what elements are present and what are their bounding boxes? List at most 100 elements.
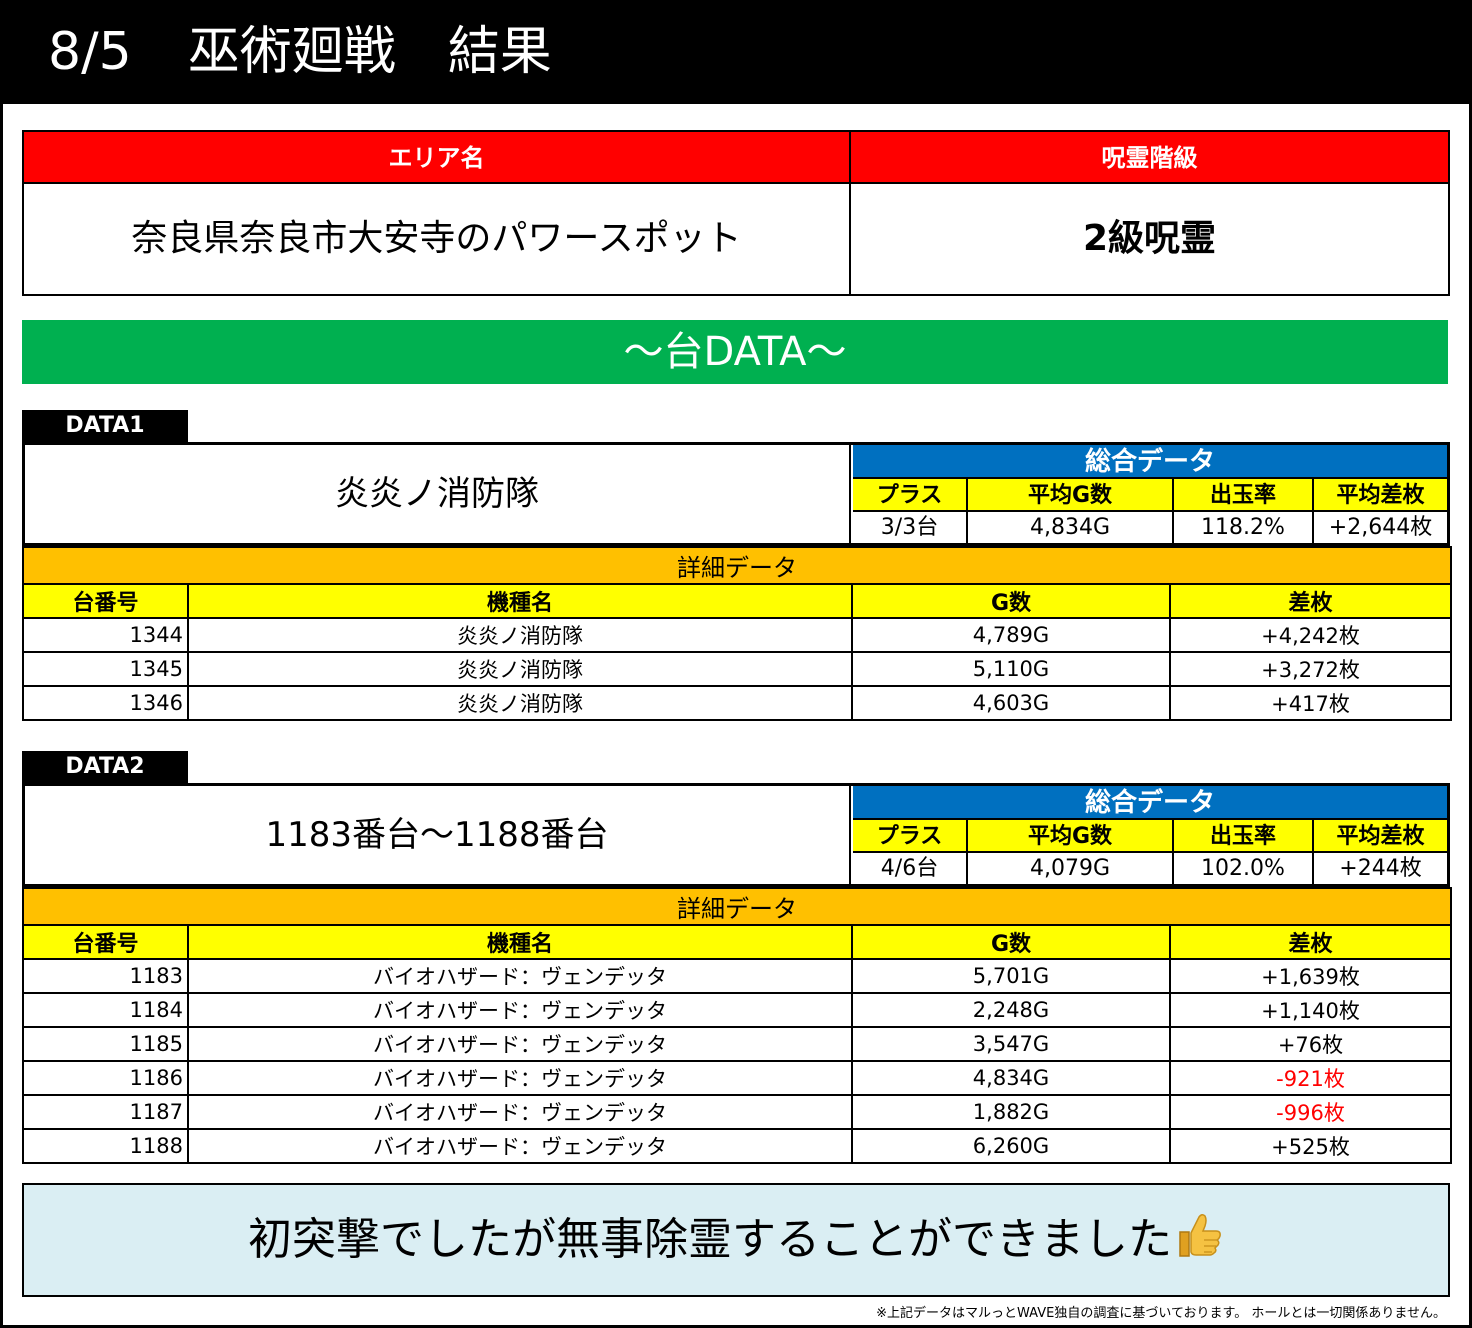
avg-diff-label: 平均差枚 bbox=[1314, 479, 1447, 512]
detail-caption: 詳細データ bbox=[22, 546, 1452, 585]
data2-detail-table: 詳細データ 台番号 機種名 G数 差枚 1183 バイオハザード：ヴェンデッタ … bbox=[22, 887, 1452, 1164]
col-header-games: G数 bbox=[851, 924, 1171, 960]
thumbs-up-icon bbox=[1174, 1189, 1224, 1257]
table-row: 1344 炎炎ノ消防隊 4,789G +4,242枚 bbox=[22, 617, 1452, 653]
area-info-table: エリア名 呪霊階級 奈良県奈良市大安寺のパワースポット 2級呪霊 bbox=[22, 130, 1450, 296]
game-count: 6,260G bbox=[851, 1128, 1171, 1164]
diff-value: -996枚 bbox=[1169, 1094, 1452, 1130]
model-name: バイオハザード：ヴェンデッタ bbox=[187, 1060, 853, 1096]
data1-avg-games-col: 平均G数 4,834G bbox=[966, 479, 1172, 543]
machine-no: 1187 bbox=[22, 1094, 189, 1130]
avg-games-label: 平均G数 bbox=[968, 820, 1172, 853]
diff-value: +1,140枚 bbox=[1169, 992, 1452, 1028]
machine-no: 1184 bbox=[22, 992, 189, 1028]
payout-label: 出玉率 bbox=[1174, 820, 1312, 853]
machine-no: 1185 bbox=[22, 1026, 189, 1062]
plus-label: プラス bbox=[853, 820, 966, 853]
data2-plus-col: プラス 4/6台 bbox=[853, 820, 966, 884]
model-name: 炎炎ノ消防隊 bbox=[187, 617, 853, 653]
data1-plus-col: プラス 3/3台 bbox=[853, 479, 966, 543]
machine-no: 1186 bbox=[22, 1060, 189, 1096]
payout-label: 出玉率 bbox=[1174, 479, 1312, 512]
game-count: 2,248G bbox=[851, 992, 1171, 1028]
model-name: バイオハザード：ヴェンデッタ bbox=[187, 992, 853, 1028]
diff-value: +1,639枚 bbox=[1169, 958, 1452, 994]
table-row: 1185 バイオハザード：ヴェンデッタ 3,547G +76枚 bbox=[22, 1026, 1452, 1062]
rank-label: 呪霊階級 bbox=[851, 132, 1448, 184]
table-row: 1184 バイオハザード：ヴェンデッタ 2,248G +1,140枚 bbox=[22, 992, 1452, 1028]
data1-avg-diff-col: 平均差枚 +2,644枚 bbox=[1312, 479, 1447, 543]
col-header-model: 機種名 bbox=[187, 924, 853, 960]
data2-summary-header: 総合データ bbox=[853, 786, 1447, 820]
table-row: 1346 炎炎ノ消防隊 4,603G +417枚 bbox=[22, 685, 1452, 721]
diff-value: +525枚 bbox=[1169, 1128, 1452, 1164]
model-name: バイオハザード：ヴェンデッタ bbox=[187, 958, 853, 994]
table-row: 1345 炎炎ノ消防隊 5,110G +3,272枚 bbox=[22, 651, 1452, 687]
page-header: 8/5 巫術廻戦 結果 bbox=[0, 0, 1472, 104]
header-date: 8/5 bbox=[48, 22, 132, 82]
data1-payout-col: 出玉率 118.2% bbox=[1172, 479, 1312, 543]
machine-no: 1346 bbox=[22, 685, 189, 721]
data2-avg-games-col: 平均G数 4,079G bbox=[966, 820, 1172, 884]
diff-value: -921枚 bbox=[1169, 1060, 1452, 1096]
footnote: ※上記データはマルっとWAVE独自の調査に基づいております。 ホールとは一切関係… bbox=[876, 1306, 1446, 1321]
result-message-text: 初突撃でしたが無事除霊することができました bbox=[248, 1214, 1172, 1265]
avg-diff-label: 平均差枚 bbox=[1314, 820, 1447, 853]
model-name: バイオハザード：ヴェンデッタ bbox=[187, 1094, 853, 1130]
data1-avg-diff-value: +2,644枚 bbox=[1314, 512, 1447, 543]
data2-avg-games-value: 4,079G bbox=[968, 853, 1172, 884]
result-message: 初突撃でしたが無事除霊することができました bbox=[22, 1183, 1450, 1297]
model-name: バイオハザード：ヴェンデッタ bbox=[187, 1128, 853, 1164]
data2-plus-value: 4/6台 bbox=[853, 853, 966, 884]
machine-no: 1344 bbox=[22, 617, 189, 653]
col-header-no: 台番号 bbox=[22, 924, 189, 960]
data2-payout-col: 出玉率 102.0% bbox=[1172, 820, 1312, 884]
data1-avg-games-value: 4,834G bbox=[968, 512, 1172, 543]
data2-avg-diff-col: 平均差枚 +244枚 bbox=[1312, 820, 1447, 884]
diff-value: +417枚 bbox=[1169, 685, 1452, 721]
data2-avg-diff-value: +244枚 bbox=[1314, 853, 1447, 884]
data1-summary-header: 総合データ bbox=[853, 445, 1447, 479]
area-name-value: 奈良県奈良市大安寺のパワースポット bbox=[24, 184, 851, 294]
machine-no: 1183 bbox=[22, 958, 189, 994]
detail-caption: 詳細データ bbox=[22, 887, 1452, 926]
col-header-diff: 差枚 bbox=[1169, 924, 1452, 960]
table-row: 1186 バイオハザード：ヴェンデッタ 4,834G -921枚 bbox=[22, 1060, 1452, 1096]
data2-tag: DATA2 bbox=[22, 751, 188, 783]
data1-machine-name: 炎炎ノ消防隊 bbox=[25, 445, 851, 543]
game-count: 4,603G bbox=[851, 685, 1171, 721]
game-count: 1,882G bbox=[851, 1094, 1171, 1130]
plus-label: プラス bbox=[853, 479, 966, 512]
model-name: 炎炎ノ消防隊 bbox=[187, 651, 853, 687]
data1-detail-table: 詳細データ 台番号 機種名 G数 差枚 1344 炎炎ノ消防隊 4,789G +… bbox=[22, 546, 1452, 721]
page-title: 巫術廻戦 結果 bbox=[187, 22, 552, 82]
data1-payout-value: 118.2% bbox=[1174, 512, 1312, 543]
table-row: 1188 バイオハザード：ヴェンデッタ 6,260G +525枚 bbox=[22, 1128, 1452, 1164]
data2-machine-name: 1183番台〜1188番台 bbox=[25, 786, 851, 884]
game-count: 5,701G bbox=[851, 958, 1171, 994]
data2-summary-box: 1183番台〜1188番台 総合データ プラス 4/6台 平均G数 4,079G… bbox=[22, 783, 1450, 887]
col-header-model: 機種名 bbox=[187, 583, 853, 619]
data1-summary-box: 炎炎ノ消防隊 総合データ プラス 3/3台 平均G数 4,834G 出玉率 11… bbox=[22, 442, 1450, 546]
col-header-diff: 差枚 bbox=[1169, 583, 1452, 619]
model-name: バイオハザード：ヴェンデッタ bbox=[187, 1026, 853, 1062]
machine-no: 1345 bbox=[22, 651, 189, 687]
machine-no: 1188 bbox=[22, 1128, 189, 1164]
col-header-games: G数 bbox=[851, 583, 1171, 619]
section-title: 〜台DATA〜 bbox=[22, 320, 1448, 384]
game-count: 5,110G bbox=[851, 651, 1171, 687]
rank-value: 2級呪霊 bbox=[1082, 218, 1217, 259]
data1-plus-value: 3/3台 bbox=[853, 512, 966, 543]
diff-value: +3,272枚 bbox=[1169, 651, 1452, 687]
avg-games-label: 平均G数 bbox=[968, 479, 1172, 512]
diff-value: +4,242枚 bbox=[1169, 617, 1452, 653]
table-row: 1187 バイオハザード：ヴェンデッタ 1,882G -996枚 bbox=[22, 1094, 1452, 1130]
col-header-no: 台番号 bbox=[22, 583, 189, 619]
table-row: 1183 バイオハザード：ヴェンデッタ 5,701G +1,639枚 bbox=[22, 958, 1452, 994]
data2-payout-value: 102.0% bbox=[1174, 853, 1312, 884]
game-count: 4,834G bbox=[851, 1060, 1171, 1096]
game-count: 3,547G bbox=[851, 1026, 1171, 1062]
game-count: 4,789G bbox=[851, 617, 1171, 653]
area-name-label: エリア名 bbox=[24, 132, 851, 184]
diff-value: +76枚 bbox=[1169, 1026, 1452, 1062]
